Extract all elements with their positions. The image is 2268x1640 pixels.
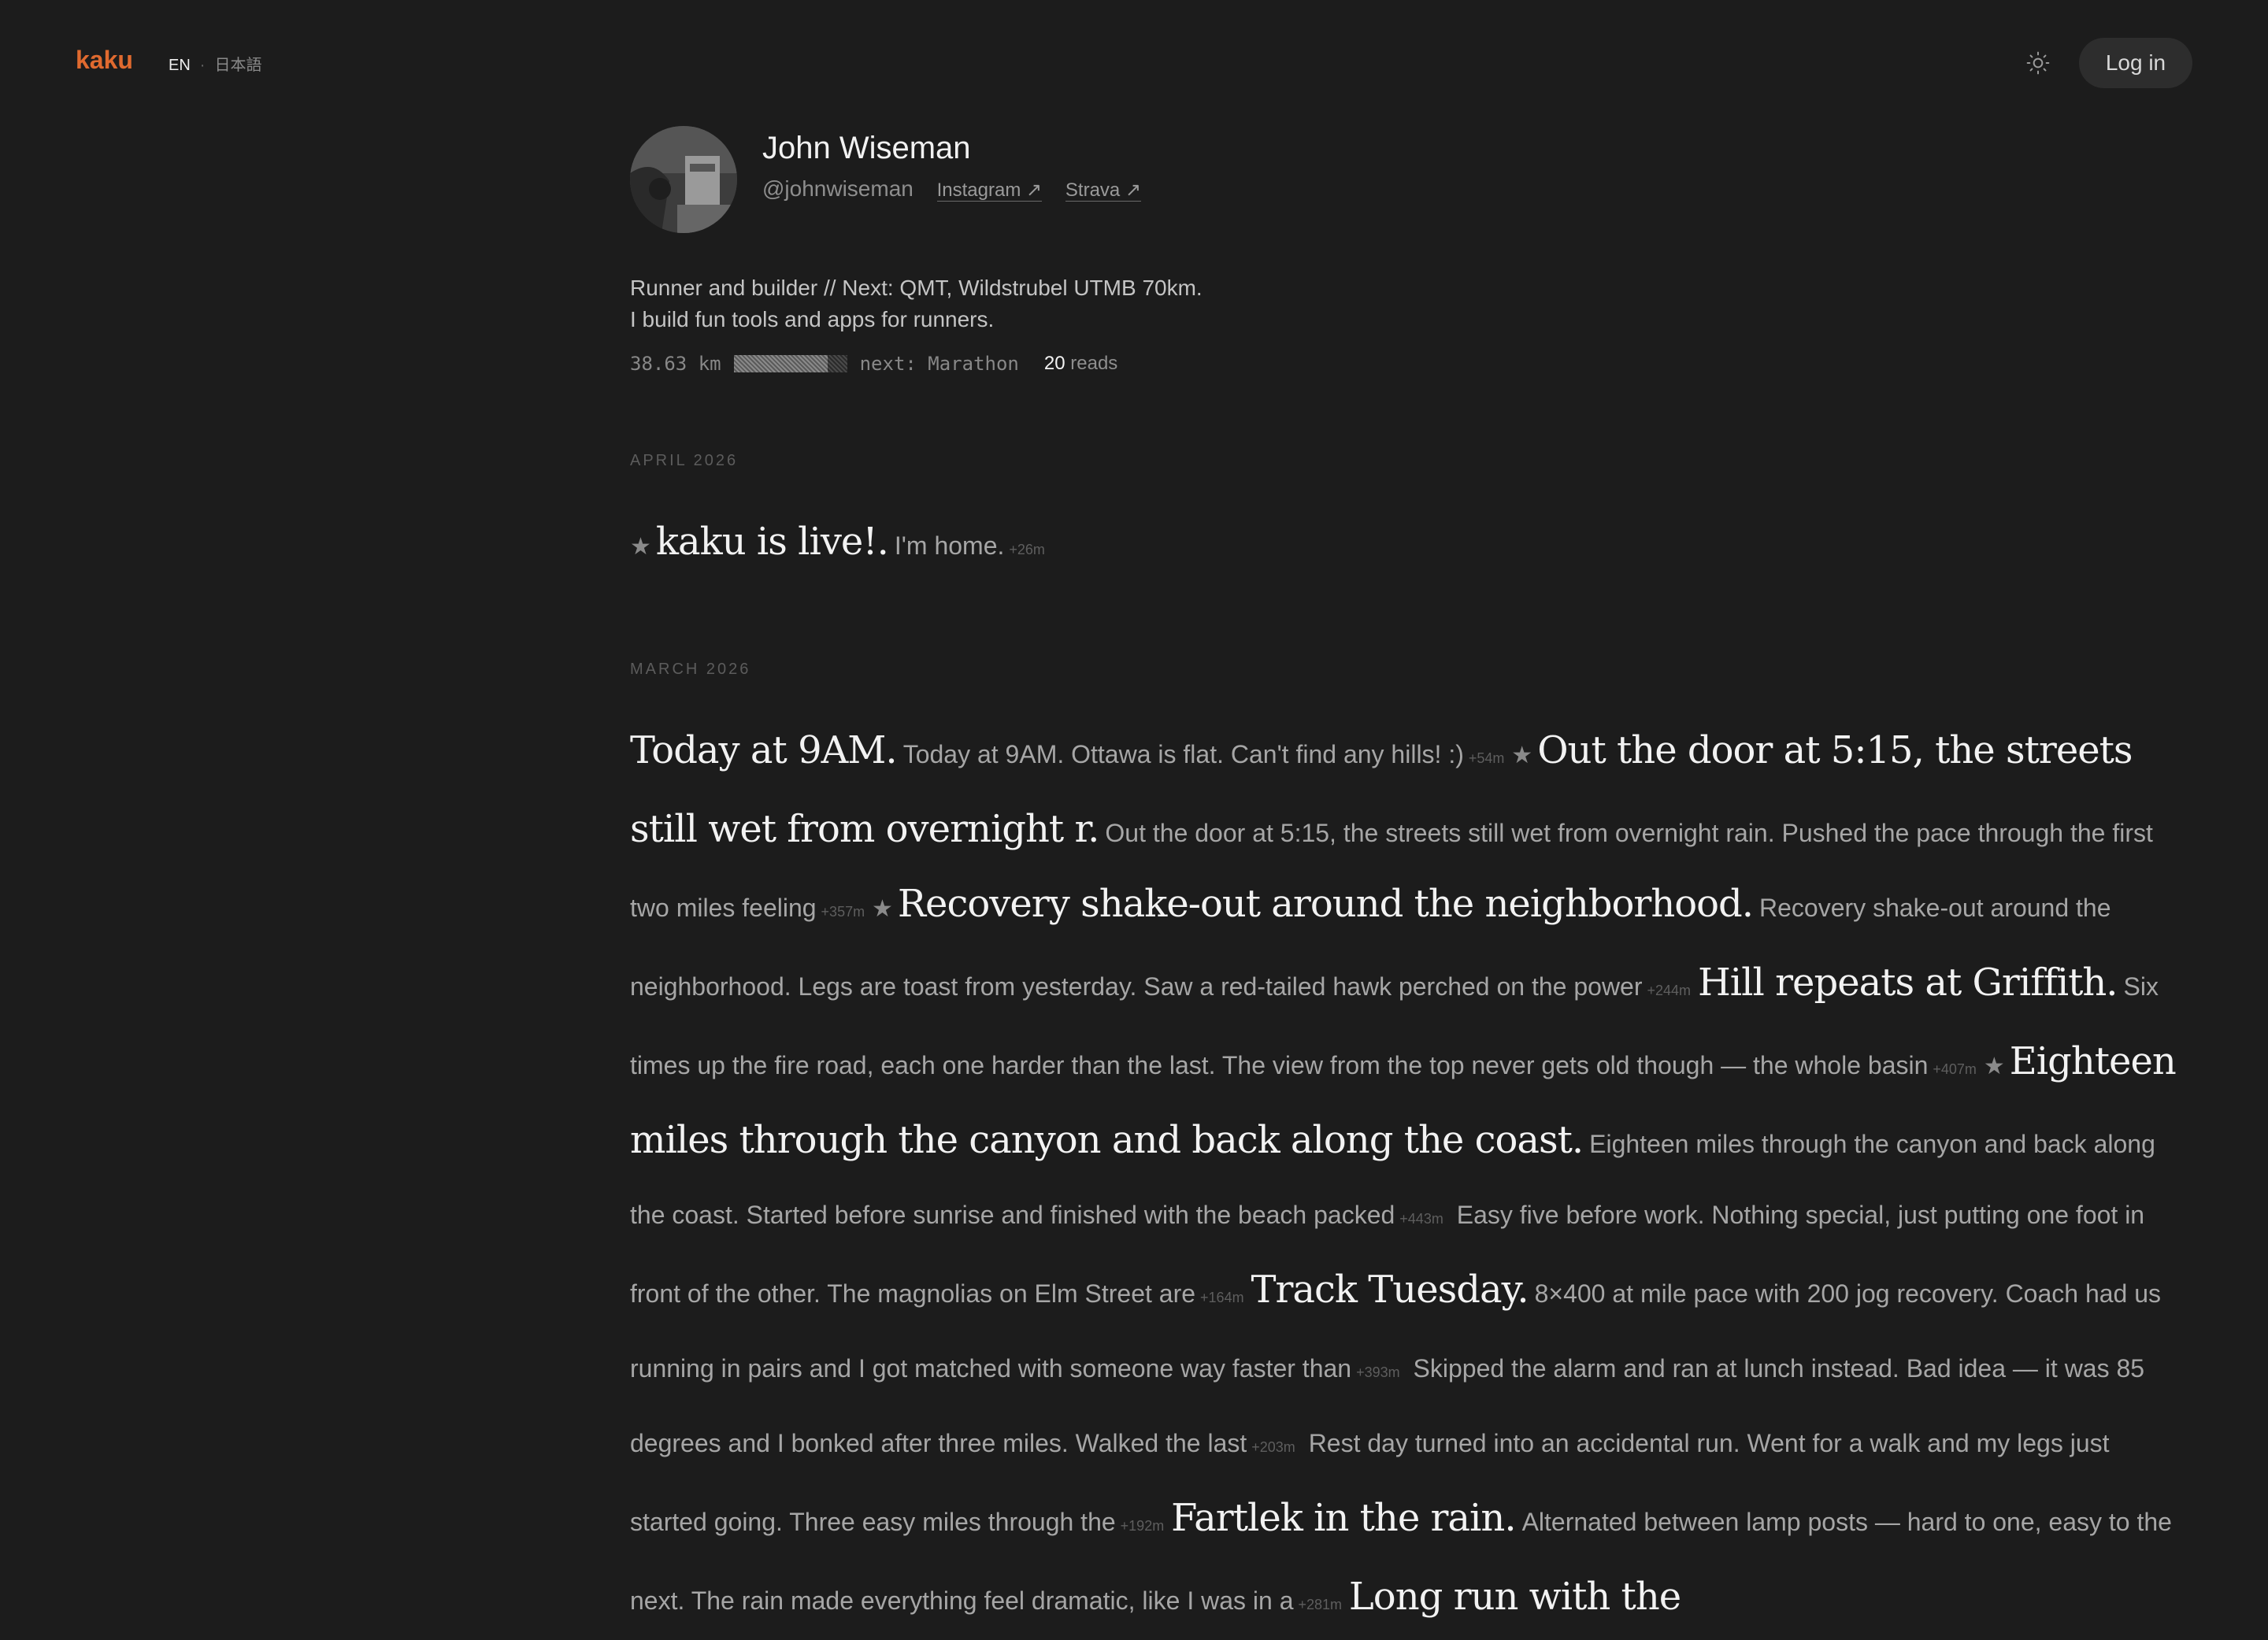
march-posts: Today at 9AM. Today at 9AM. Ottawa is fla… <box>630 715 2189 1640</box>
post-title: kaku is live!. <box>655 520 889 564</box>
post-excerpt: I'm home. <box>894 531 1005 560</box>
distance-stat: 38.63 km <box>630 353 721 375</box>
post-title: Hill repeats at Griffith. <box>1697 961 2118 1005</box>
progress-fill <box>733 355 828 372</box>
post-meta: +26m <box>1009 542 1045 557</box>
post-meta: +192m <box>1120 1518 1165 1534</box>
logo[interactable]: kaku <box>76 46 133 75</box>
post-meta: +203m <box>1251 1439 1295 1455</box>
post-title: Recovery shake-out around the neighborho… <box>897 882 1754 926</box>
bio-line: Runner and builder // Next: QMT, Wildstr… <box>630 276 1203 300</box>
post-meta: +281m <box>1298 1597 1343 1612</box>
profile-bio: Runner and builder // Next: QMT, Wildstr… <box>630 272 2189 335</box>
star-icon: ★ <box>1983 1053 2005 1079</box>
star-icon: ★ <box>630 534 651 560</box>
next-goal: next: Marathon <box>859 353 1019 375</box>
lang-ja[interactable]: 日本語 <box>214 57 261 74</box>
distance-progress-bar <box>733 355 847 372</box>
bio-line: I build fun tools and apps for runners. <box>630 307 995 331</box>
instagram-link[interactable]: Instagram ↗ <box>936 180 1043 202</box>
reads-count: 20 <box>1043 353 1065 374</box>
lang-separator: · <box>199 57 206 74</box>
post-meta: +54m <box>1468 750 1505 766</box>
strava-link[interactable]: Strava ↗ <box>1065 180 1142 202</box>
post-title: Today at 9AM. <box>630 728 898 772</box>
post-meta: +244m <box>1647 983 1692 998</box>
progress-remaining <box>828 355 847 372</box>
profile-handle-row: @johnwiseman Instagram ↗ Strava ↗ <box>762 175 1142 205</box>
star-icon: ★ <box>1511 742 1533 768</box>
post-meta: +443m <box>1399 1211 1443 1227</box>
post-title: Long run with the <box>1348 1575 1681 1619</box>
post-entry[interactable]: Long run with the <box>1349 1575 1681 1619</box>
april-posts: ★ kaku is live!. I'm home. +26m <box>630 506 2189 585</box>
post-meta: +407m <box>1933 1061 1977 1077</box>
main-content: John Wiseman @johnwiseman Instagram ↗ St… <box>630 126 2189 1640</box>
profile-header: John Wiseman @johnwiseman Instagram ↗ St… <box>630 126 2189 236</box>
post-meta: +164m <box>1200 1290 1244 1305</box>
language-switcher: EN · 日本語 <box>169 52 261 75</box>
profile-stats: 38.63 km next: Marathon 20 reads <box>630 353 2189 375</box>
top-bar: kaku EN · 日本語 Log in <box>0 0 2268 126</box>
reads-label: reads <box>1070 353 1118 374</box>
profile-name: John Wiseman <box>762 131 971 165</box>
post-title: Track Tuesday. <box>1251 1268 1529 1312</box>
profile-handle: @johnwiseman <box>762 176 914 201</box>
avatar-photo <box>630 126 737 233</box>
post-title: Fartlek in the rain. <box>1171 1496 1516 1540</box>
post-meta: +357m <box>821 904 865 920</box>
post-entry[interactable]: Today at 9AM. Today at 9AM. Ottawa is fla… <box>630 728 1505 772</box>
post-meta: +393m <box>1356 1364 1400 1380</box>
post-excerpt: Today at 9AM. Ottawa is flat. Can't find… <box>902 740 1464 768</box>
reads-stat: 20 reads <box>1044 353 1117 375</box>
lang-en[interactable]: EN <box>169 57 191 74</box>
theme-toggle-button[interactable] <box>2021 46 2055 80</box>
section-label-march: MARCH 2026 <box>630 661 751 678</box>
sun-icon <box>2026 51 2050 75</box>
login-button[interactable]: Log in <box>2079 38 2192 88</box>
avatar[interactable] <box>630 126 737 233</box>
star-icon: ★ <box>871 896 893 922</box>
section-label-april: APRIL 2026 <box>630 452 739 469</box>
post-entry[interactable]: ★ kaku is live!. I'm home. +26m <box>630 520 1045 564</box>
